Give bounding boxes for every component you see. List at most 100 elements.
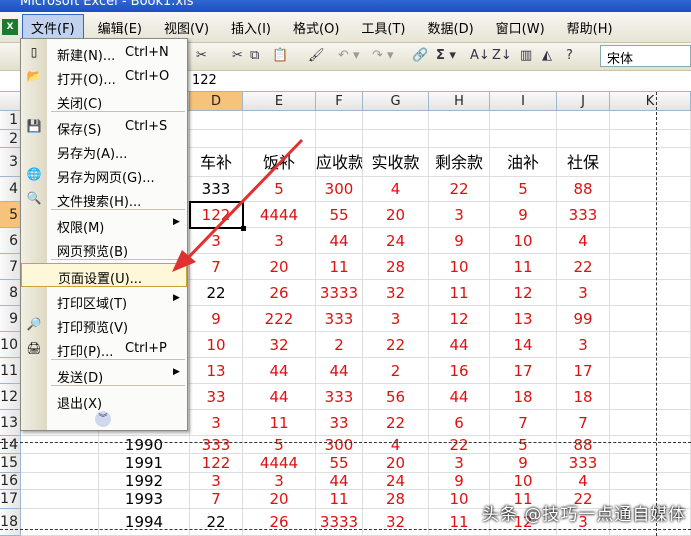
cell-H16[interactable]: 9 xyxy=(429,473,490,490)
cell-F17[interactable]: 11 xyxy=(316,490,363,509)
file-menu-item-11[interactable]: 🔎 打印预览(V) xyxy=(21,313,187,337)
cell-H11[interactable]: 16 xyxy=(429,358,490,384)
cell-G16[interactable]: 24 xyxy=(363,473,429,490)
cell-F12[interactable]: 333 xyxy=(316,384,363,410)
cell-D14[interactable]: 333 xyxy=(190,436,243,454)
hyperlink-icon[interactable]: 🔗 xyxy=(412,48,428,66)
cell-G18[interactable]: 32 xyxy=(363,509,429,536)
row-header-16[interactable]: 16 xyxy=(0,473,21,490)
cell-J11[interactable]: 17 xyxy=(557,358,610,384)
file-menu-item-14[interactable]: 退出(X) xyxy=(21,389,187,413)
cell-F8[interactable]: 3333 xyxy=(316,280,363,306)
cell-I13[interactable]: 7 xyxy=(490,410,557,436)
cell-empty[interactable] xyxy=(190,130,243,148)
cell-D13[interactable]: 3 xyxy=(190,410,243,436)
cell-empty[interactable] xyxy=(363,111,429,130)
cell-empty[interactable] xyxy=(490,130,557,148)
cell-empty[interactable] xyxy=(316,130,363,148)
cell-G11[interactable]: 2 xyxy=(363,358,429,384)
cell-G6[interactable]: 24 xyxy=(363,228,429,254)
cell-G9[interactable]: 3 xyxy=(363,306,429,332)
row-header-2[interactable]: 2 xyxy=(0,130,21,148)
cell-F5[interactable]: 55 xyxy=(316,202,363,228)
cell-G15[interactable]: 20 xyxy=(363,454,429,473)
cell-G14[interactable]: 4 xyxy=(363,436,429,454)
cell-F15[interactable]: 55 xyxy=(316,454,363,473)
cell-H13[interactable]: 6 xyxy=(429,410,490,436)
sort-ascending-icon[interactable]: A↓ xyxy=(470,48,490,66)
cell-J3[interactable]: 社保 xyxy=(557,148,610,177)
cell-D11[interactable]: 13 xyxy=(190,358,243,384)
cell-J8[interactable]: 3 xyxy=(557,280,610,306)
row-header-7[interactable]: 7 xyxy=(0,254,21,280)
cell-D15[interactable]: 122 xyxy=(190,454,243,473)
sort-descending-icon[interactable]: Z↓ xyxy=(492,48,512,66)
cell-H10[interactable]: 44 xyxy=(429,332,490,358)
cell-E18[interactable]: 26 xyxy=(243,509,316,536)
cell-B18[interactable] xyxy=(21,509,99,536)
cell-F11[interactable]: 44 xyxy=(316,358,363,384)
cell-F4[interactable]: 300 xyxy=(316,177,363,202)
column-header-I[interactable]: I xyxy=(490,92,557,111)
cell-D8[interactable]: 22 xyxy=(190,280,243,306)
cell-I7[interactable]: 11 xyxy=(490,254,557,280)
cell-J9[interactable]: 99 xyxy=(557,306,610,332)
row-header-3[interactable]: 3 xyxy=(0,148,21,177)
undo-icon[interactable]: ↶ ▾ xyxy=(338,48,360,66)
cut-icon[interactable]: ✂ xyxy=(232,48,243,66)
row-header-17[interactable]: 17 xyxy=(0,490,21,509)
cell-I3[interactable]: 油补 xyxy=(490,148,557,177)
menu-2[interactable]: 视图(V) xyxy=(156,15,217,40)
menu-5[interactable]: 工具(T) xyxy=(353,15,413,40)
cell-J10[interactable]: 3 xyxy=(557,332,610,358)
row-header-10[interactable]: 10 xyxy=(0,332,21,358)
cell-E14[interactable]: 5 xyxy=(243,436,316,454)
cell-F13[interactable]: 33 xyxy=(316,410,363,436)
row-header-12[interactable]: 12 xyxy=(0,384,21,410)
cell-E16[interactable]: 3 xyxy=(243,473,316,490)
cell-F7[interactable]: 11 xyxy=(316,254,363,280)
cell-I6[interactable]: 10 xyxy=(490,228,557,254)
cell-empty[interactable] xyxy=(363,130,429,148)
cell-G10[interactable]: 22 xyxy=(363,332,429,358)
file-menu-item-6[interactable]: 🔍 文件搜索(H)... xyxy=(21,187,187,211)
cell-empty[interactable] xyxy=(557,111,610,130)
cell-D7[interactable]: 7 xyxy=(190,254,243,280)
copy-icon[interactable]: ⧉ xyxy=(250,48,259,66)
row-header-15[interactable]: 15 xyxy=(0,454,21,473)
row-header-5[interactable]: 5 xyxy=(0,202,21,228)
cell-K8[interactable] xyxy=(610,280,691,306)
cell-empty[interactable] xyxy=(243,130,316,148)
cell-D16[interactable]: 3 xyxy=(190,473,243,490)
cell-G7[interactable]: 28 xyxy=(363,254,429,280)
cell-E5[interactable]: 4444 xyxy=(243,202,316,228)
cell-J4[interactable]: 88 xyxy=(557,177,610,202)
cell-D4[interactable]: 333 xyxy=(190,177,243,202)
cell-I15[interactable]: 9 xyxy=(490,454,557,473)
cell-K15[interactable] xyxy=(610,454,691,473)
cell-D17[interactable]: 7 xyxy=(190,490,243,509)
cell-F16[interactable]: 44 xyxy=(316,473,363,490)
cell-G4[interactable]: 4 xyxy=(363,177,429,202)
file-menu-item-4[interactable]: 另存为(A)... xyxy=(21,139,187,163)
file-menu-item-5[interactable]: 🌐 另存为网页(G)... xyxy=(21,163,187,187)
column-header-H[interactable]: H xyxy=(429,92,490,111)
cell-C16[interactable]: 1992 xyxy=(99,473,190,490)
menu-1[interactable]: 编辑(E) xyxy=(90,15,150,40)
cell-G17[interactable]: 28 xyxy=(363,490,429,509)
cell-K14[interactable] xyxy=(610,436,691,454)
cell-K16[interactable] xyxy=(610,473,691,490)
cell-J15[interactable]: 333 xyxy=(557,454,610,473)
cell-H15[interactable]: 3 xyxy=(429,454,490,473)
cell-E9[interactable]: 222 xyxy=(243,306,316,332)
paste-icon[interactable]: 📋 xyxy=(272,48,288,66)
cell-I5[interactable]: 9 xyxy=(490,202,557,228)
cell-E17[interactable]: 20 xyxy=(243,490,316,509)
cell-D3[interactable]: 车补 xyxy=(190,148,243,177)
cell-J12[interactable]: 18 xyxy=(557,384,610,410)
cell-H12[interactable]: 44 xyxy=(429,384,490,410)
cell-I12[interactable]: 18 xyxy=(490,384,557,410)
drawing-icon[interactable]: ◭ xyxy=(542,48,552,66)
cell-H4[interactable]: 22 xyxy=(429,177,490,202)
row-header-13[interactable]: 13 xyxy=(0,410,21,436)
